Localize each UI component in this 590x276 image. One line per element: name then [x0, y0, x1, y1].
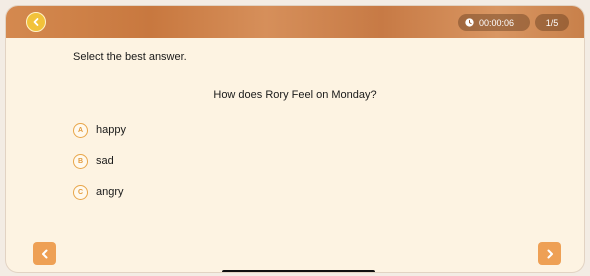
option-letter-b: B — [73, 153, 88, 169]
option-c[interactable]: C angry — [73, 183, 124, 201]
next-button[interactable] — [538, 242, 561, 265]
instruction-text: Select the best answer. — [73, 51, 187, 63]
option-label: sad — [96, 155, 114, 167]
timer: 00:00:06 — [458, 14, 530, 31]
option-a[interactable]: A happy — [73, 121, 126, 139]
header-bar: 00:00:06 1/5 — [6, 6, 584, 38]
chevron-left-icon — [41, 249, 47, 258]
chevron-right-icon — [547, 249, 553, 258]
timer-text: 00:00:06 — [479, 17, 515, 28]
clock-icon — [465, 18, 474, 27]
option-letter-a: A — [73, 122, 88, 138]
option-b[interactable]: B sad — [73, 152, 114, 170]
chevron-left-icon — [33, 18, 39, 26]
previous-button[interactable] — [33, 242, 56, 265]
option-label: angry — [96, 186, 124, 198]
option-label: happy — [96, 124, 126, 136]
question-text: How does Rory Feel on Monday? — [213, 89, 377, 101]
option-letter-c: C — [73, 184, 88, 200]
quiz-screen: 00:00:06 1/5 Select the best answer. How… — [6, 6, 584, 272]
question-progress: 1/5 — [535, 14, 569, 31]
home-indicator — [222, 270, 375, 272]
back-button[interactable] — [26, 12, 46, 32]
